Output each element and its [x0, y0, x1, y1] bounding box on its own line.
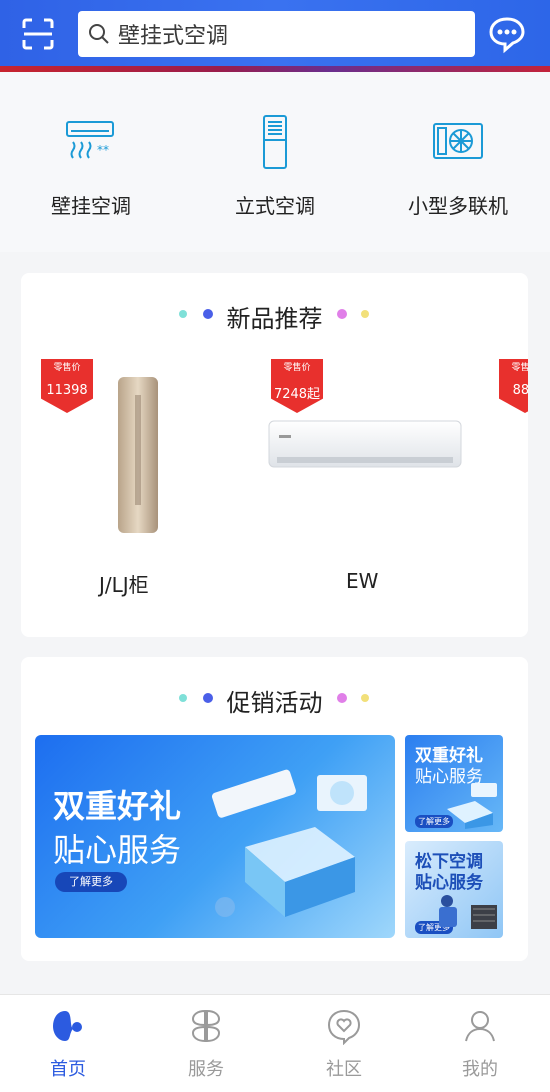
price-value: 11398 — [41, 377, 93, 413]
promo-side-banner-1[interactable]: 双重好礼 贴心服务 了解更多 — [405, 735, 503, 832]
price-value: 7248起 — [271, 377, 323, 413]
price-tag: 零售价 11398 — [41, 359, 93, 413]
standing-ac-icon — [263, 115, 287, 169]
category-label: 壁挂空调 — [51, 194, 131, 218]
new-products-card: 新品推荐 零售价 11398 J/LJ柜 零售价 7248起 EW 零售 88 — [21, 273, 528, 637]
product-item[interactable]: 零售价 7248起 EW — [267, 359, 467, 593]
search-input[interactable]: 壁挂式空调 — [78, 11, 475, 57]
price-tag-label: 零售价 — [41, 359, 93, 377]
decor-dot — [361, 694, 369, 702]
nav-home[interactable]: 首页 — [18, 1007, 118, 1081]
product-name: EW — [346, 569, 379, 593]
price-tag-label: 零售价 — [499, 359, 528, 377]
technician-illustration — [439, 895, 497, 929]
promotions-card: 促销活动 双重好礼 贴心服务 了解更多 双重好礼 贴心服务 了解更多 松下空调 … — [21, 657, 528, 961]
nav-label: 首页 — [50, 1059, 86, 1080]
category-label: 立式空调 — [235, 194, 315, 218]
nav-service[interactable]: 服务 — [156, 1007, 256, 1081]
price-tag: 零售价 7248起 — [271, 359, 323, 413]
bottom-nav: 首页 服务 社区 我的 — [0, 994, 550, 1092]
app-screen: 壁挂式空调 ** 壁挂空调 立式空调 小型多联机 新品推荐 零售价 11398 … — [0, 0, 550, 1092]
category-standing-ac[interactable]: 立式空调 — [190, 112, 360, 219]
product-name: J/LJ柜 — [99, 573, 149, 597]
search-icon — [89, 24, 109, 44]
wall-ac-icon: ** — [66, 121, 114, 159]
service-icon — [191, 1009, 221, 1043]
ac-illustration — [211, 769, 367, 917]
message-icon[interactable] — [487, 14, 527, 54]
svg-text:**: ** — [97, 143, 109, 157]
promotions-title: 促销活动 — [226, 689, 323, 717]
product-item[interactable]: 零售价 884 — [499, 359, 528, 589]
decor-dot — [337, 309, 347, 319]
community-icon — [327, 1009, 361, 1045]
decor-dot — [361, 310, 369, 318]
promo-side-banner-2[interactable]: 松下空调 贴心服务 了解更多 — [405, 841, 503, 938]
new-products-title: 新品推荐 — [226, 305, 323, 333]
search-text: 壁挂式空调 — [118, 24, 229, 49]
nav-label: 我的 — [462, 1059, 498, 1080]
category-label: 小型多联机 — [408, 194, 508, 218]
learn-more-button[interactable]: 了解更多 — [55, 872, 127, 892]
profile-icon — [465, 1011, 495, 1042]
nav-label: 社区 — [326, 1059, 362, 1080]
category-wall-ac[interactable]: ** 壁挂空调 — [6, 112, 176, 219]
banner-title: 双重好礼 — [53, 787, 182, 825]
product-item[interactable]: 零售价 11398 J/LJ柜 — [41, 359, 221, 597]
multi-split-icon — [433, 123, 483, 159]
nav-label: 服务 — [188, 1059, 224, 1080]
nav-community[interactable]: 社区 — [294, 1007, 394, 1081]
promo-main-banner[interactable]: 双重好礼 贴心服务 了解更多 — [35, 735, 395, 938]
price-value: 884 — [499, 377, 528, 413]
banner-subtitle: 贴心服务 — [415, 873, 483, 893]
category-multi-split[interactable]: 小型多联机 — [373, 112, 543, 219]
top-header: 壁挂式空调 — [0, 0, 550, 72]
standing-ac-product-image — [118, 377, 158, 533]
price-tag-label: 零售价 — [271, 359, 323, 377]
scan-icon[interactable] — [18, 14, 58, 54]
wall-ac-product-image — [268, 420, 462, 468]
banner-subtitle: 贴心服务 — [53, 831, 182, 869]
nav-profile[interactable]: 我的 — [430, 1007, 530, 1081]
home-icon — [53, 1011, 82, 1041]
price-tag: 零售价 884 — [499, 359, 528, 413]
category-row: ** 壁挂空调 立式空调 小型多联机 — [0, 72, 550, 252]
decor-dot — [337, 693, 347, 703]
ac-illustration — [447, 783, 497, 829]
